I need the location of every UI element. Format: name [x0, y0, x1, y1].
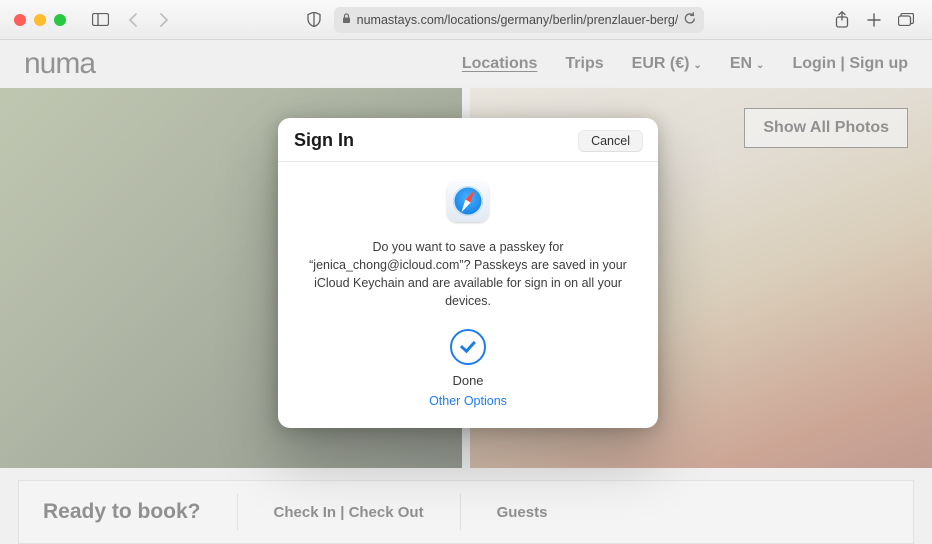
- tab-overview-icon[interactable]: [894, 8, 918, 32]
- sidebar-toggle-icon[interactable]: [88, 8, 112, 32]
- share-icon[interactable]: [830, 8, 854, 32]
- new-tab-icon[interactable]: [862, 8, 886, 32]
- fullscreen-window-icon[interactable]: [54, 14, 66, 26]
- safari-app-icon: [447, 180, 489, 222]
- forward-button-icon[interactable]: [152, 8, 176, 32]
- address-bar[interactable]: numastays.com/locations/germany/berlin/p…: [334, 7, 705, 33]
- dialog-header: Sign In Cancel: [278, 118, 658, 162]
- compass-icon: [453, 186, 483, 216]
- lock-icon: [342, 13, 351, 27]
- reload-icon[interactable]: [684, 12, 696, 28]
- done-label: Done: [452, 373, 483, 388]
- minimize-window-icon[interactable]: [34, 14, 46, 26]
- privacy-report-icon[interactable]: [302, 8, 326, 32]
- passkey-dialog: Sign In Cancel Do you want to save a pas…: [278, 118, 658, 428]
- address-bar-text: numastays.com/locations/germany/berlin/p…: [357, 13, 679, 27]
- dialog-message: Do you want to save a passkey for “jenic…: [306, 238, 630, 311]
- other-options-link[interactable]: Other Options: [429, 394, 507, 408]
- dialog-body: Do you want to save a passkey for “jenic…: [278, 162, 658, 428]
- back-button-icon[interactable]: [120, 8, 144, 32]
- success-checkmark-icon: [450, 329, 486, 365]
- safari-toolbar: numastays.com/locations/germany/berlin/p…: [0, 0, 932, 40]
- window-controls: [14, 14, 66, 26]
- cancel-button[interactable]: Cancel: [579, 131, 642, 151]
- close-window-icon[interactable]: [14, 14, 26, 26]
- dialog-title: Sign In: [294, 130, 354, 151]
